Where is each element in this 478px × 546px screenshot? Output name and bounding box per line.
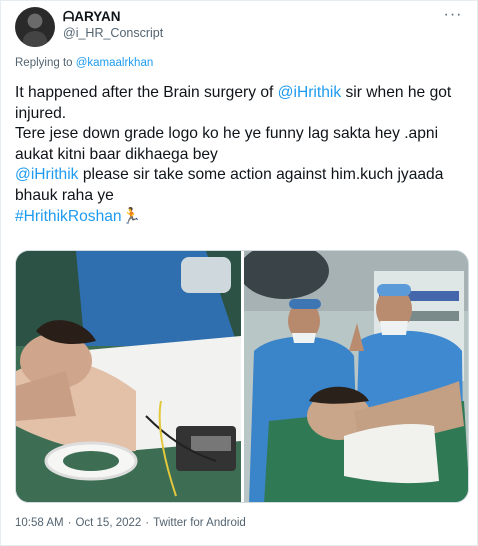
replying-to-mention[interactable]: @kamaalrkhan (76, 57, 154, 69)
photo-2-illustration (244, 251, 468, 502)
tweet-time[interactable]: 10:58 AM (15, 517, 64, 529)
display-name[interactable]: ᗩARYAN (63, 9, 163, 25)
replying-to-label: Replying to (15, 57, 76, 69)
photo-1-illustration (16, 251, 241, 502)
separator: · (67, 517, 72, 529)
tweet-metadata: 10:58 AM · Oct 15, 2022 · Twitter for Androi… (15, 517, 250, 529)
tweet-paragraph-3: @iHrithik please sir take some action ag… (15, 165, 470, 206)
mention-link[interactable]: @iHrithik (15, 166, 78, 183)
user-handle[interactable]: @i_HR_Conscript (63, 25, 163, 41)
tweet-card: ᗩARYAN @i_HR_Conscript ··· Replying to @… (0, 0, 478, 546)
tweet-text: It happened after the Brain surgery of @… (15, 83, 470, 227)
media-grid[interactable] (15, 250, 469, 503)
more-icon[interactable]: ··· (441, 7, 465, 27)
tweet-text-segment: It happened after the Brain surgery of (15, 84, 278, 101)
hashtag-link[interactable]: #HrithikRoshan (15, 208, 122, 225)
tweet-paragraph-1: It happened after the Brain surgery of @… (15, 83, 470, 124)
photo-2[interactable] (244, 251, 468, 502)
avatar[interactable] (15, 7, 55, 47)
tweet-header: ᗩARYAN @i_HR_Conscript ··· (15, 7, 467, 47)
photo-1[interactable] (16, 251, 241, 502)
mention-link[interactable]: @iHrithik (278, 84, 341, 101)
hashtag-emoji: 🏃 (121, 207, 142, 225)
tweet-paragraph-4: #HrithikRoshan🏃 (15, 207, 470, 228)
replying-to: Replying to @kamaalrkhan (15, 57, 153, 69)
separator: · (145, 517, 150, 529)
tweet-text-segment: please sir take some action against him.… (15, 166, 444, 204)
tweet-date[interactable]: Oct 15, 2022 (75, 517, 141, 529)
tweet-paragraph-2: Tere jese down grade logo ko he ye funny… (15, 125, 439, 163)
tweet-source: Twitter for Android (153, 517, 246, 529)
author-names: ᗩARYAN @i_HR_Conscript (63, 9, 163, 41)
